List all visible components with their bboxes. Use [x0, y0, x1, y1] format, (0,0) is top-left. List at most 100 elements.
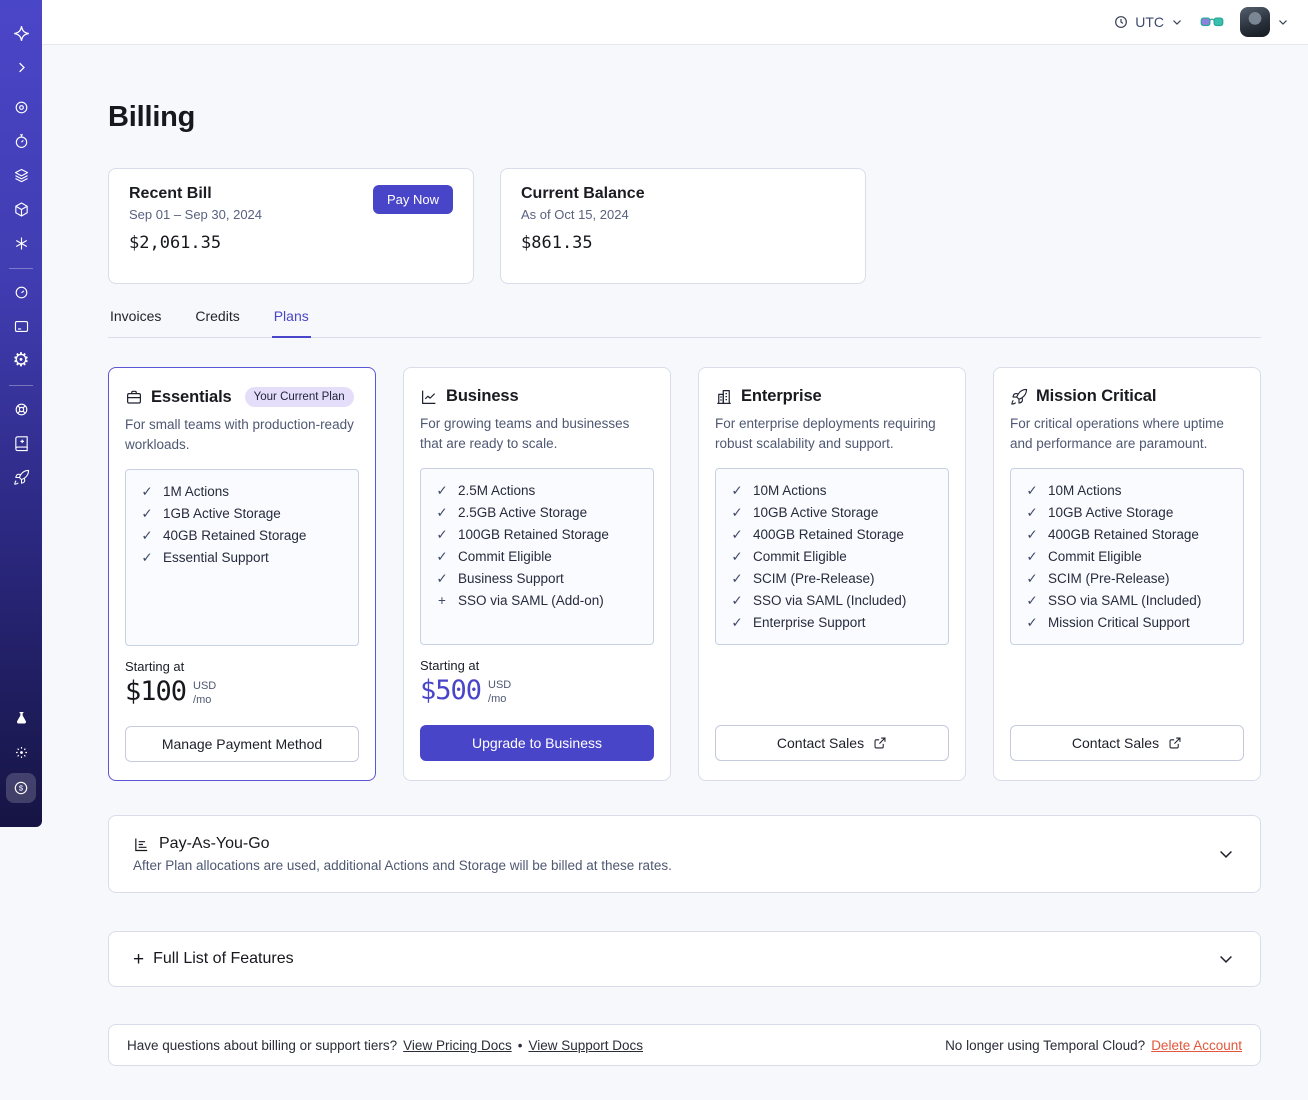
- starting-at-label: Starting at: [125, 659, 185, 674]
- feature-item: ✓ 2.5GB Active Storage: [436, 505, 588, 520]
- check-icon: ✓: [141, 550, 153, 565]
- footnote-right-question: No longer using Temporal Cloud?: [945, 1037, 1146, 1053]
- plan-card-enterprise: Enterprise For enterprise deployments re…: [698, 367, 966, 781]
- svg-text:$: $: [19, 784, 24, 793]
- chevron-down-icon[interactable]: [1216, 844, 1236, 864]
- feature-item: ✓ Mission Critical Support: [1026, 615, 1190, 630]
- getting-started-rocket-icon[interactable]: [8, 464, 34, 490]
- plan-price: $500: [420, 675, 482, 706]
- support-lifebuoy-icon[interactable]: [8, 396, 34, 422]
- temporal-logo-icon[interactable]: [8, 20, 34, 46]
- sidebar-divider: [9, 385, 33, 386]
- check-icon: ✓: [1026, 505, 1038, 520]
- payg-title: Pay-As-You-Go: [159, 835, 270, 852]
- feature-item: ✓ 10M Actions: [731, 483, 827, 498]
- feature-item: ✓ 2.5M Actions: [436, 483, 536, 498]
- chevron-down-icon[interactable]: [1216, 949, 1236, 969]
- plan-name: Essentials: [151, 387, 232, 406]
- labs-glasses-icon[interactable]: [1200, 14, 1224, 30]
- current-balance-title: Current Balance: [521, 185, 645, 202]
- top-bar: UTC: [42, 0, 1308, 45]
- feature-item: ✓ SSO via SAML (Included): [731, 593, 907, 608]
- theme-sun-icon[interactable]: [8, 739, 34, 765]
- external-link-icon: [1169, 737, 1181, 749]
- check-icon: ✓: [731, 527, 743, 542]
- deployments-cube-icon[interactable]: [8, 196, 34, 222]
- labs-flask-icon[interactable]: [8, 705, 34, 731]
- settings-gear-icon[interactable]: ⚙: [8, 347, 34, 373]
- feature-item: ✓ 1GB Active Storage: [141, 506, 281, 521]
- current-balance-card: Current Balance As of Oct 15, 2024 $861.…: [500, 168, 866, 284]
- check-icon: ✓: [141, 484, 153, 499]
- plan-card-business: Business For growing teams and businesse…: [403, 367, 671, 781]
- delete-account-link[interactable]: Delete Account: [1151, 1038, 1242, 1053]
- plan-feature-list: ✓ 2.5M Actions ✓ 2.5GB Active Storage ✓ 100…: [420, 468, 654, 645]
- contact-sales-button[interactable]: Contact Sales: [715, 725, 949, 761]
- feature-item: ✓ SCIM (Pre-Release): [1026, 571, 1170, 586]
- plan-description: For growing teams and businesses that ar…: [420, 416, 630, 451]
- collapse-chevron-right-icon[interactable]: [8, 54, 34, 80]
- feature-item: ✓ 400GB Retained Storage: [1026, 527, 1199, 542]
- plan-card-mission-critical: Mission Critical For critical operations…: [993, 367, 1261, 781]
- pay-now-button[interactable]: Pay Now: [372, 185, 453, 214]
- schedules-timer-icon[interactable]: [8, 128, 34, 154]
- manage-payment-method-button[interactable]: Manage Payment Method: [125, 726, 359, 762]
- check-icon: ✓: [731, 483, 743, 498]
- dot-separator: •: [517, 1037, 523, 1053]
- check-icon: ✓: [731, 593, 743, 608]
- building-icon: [717, 389, 731, 404]
- plan-name: Enterprise: [741, 387, 822, 405]
- feature-item: ✓ 10GB Active Storage: [1026, 505, 1174, 520]
- current-balance-as-of: As of Oct 15, 2024: [521, 207, 629, 222]
- check-icon: ✓: [731, 549, 743, 564]
- docs-book-icon[interactable]: [8, 430, 34, 456]
- check-icon: ✓: [1026, 527, 1038, 542]
- current-balance-amount: $861.35: [521, 233, 593, 253]
- feature-item: ✓ Enterprise Support: [731, 615, 866, 630]
- pay-as-you-go-panel[interactable]: Pay-As-You-Go After Plan allocations are…: [108, 815, 1261, 893]
- starting-at-label: Starting at: [420, 658, 480, 673]
- upgrade-to-business-button[interactable]: Upgrade to Business: [420, 725, 654, 761]
- billing-card-icon[interactable]: [8, 313, 34, 339]
- plan-feature-list: ✓ 1M Actions ✓ 1GB Active Storage ✓ 40GB Re…: [125, 469, 359, 646]
- check-icon: ✓: [731, 615, 743, 630]
- view-pricing-docs-link[interactable]: View Pricing Docs: [403, 1038, 512, 1053]
- layers-icon[interactable]: [8, 162, 34, 188]
- check-icon: ✓: [1026, 571, 1038, 586]
- tab-invoices[interactable]: Invoices: [108, 308, 163, 337]
- current-plan-badge: Your Current Plan: [244, 387, 354, 407]
- plus-icon: +: [133, 948, 145, 970]
- tab-plans[interactable]: Plans: [271, 308, 311, 338]
- feature-item: + SSO via SAML (Add-on): [435, 590, 639, 612]
- feature-item: ✓ 10GB Active Storage: [731, 505, 879, 520]
- tab-credits[interactable]: Credits: [193, 308, 241, 337]
- plan-description: For critical operations where uptime and…: [1010, 416, 1224, 451]
- feature-item: ✓ Essential Support: [141, 550, 269, 565]
- feature-item: ✓ 100GB Retained Storage: [436, 527, 609, 542]
- page-title: Billing: [108, 101, 196, 133]
- account-menu[interactable]: [1240, 7, 1290, 37]
- briefcase-icon: [127, 390, 141, 404]
- usage-gauge-icon[interactable]: [8, 279, 34, 305]
- check-icon: ✓: [436, 505, 448, 520]
- plan-card-essentials: Essentials Your Current Plan For small t…: [108, 367, 376, 781]
- contact-sales-button[interactable]: Contact Sales: [1010, 725, 1244, 761]
- check-icon: ✓: [1026, 593, 1038, 608]
- check-icon: ✓: [141, 506, 153, 521]
- full-features-panel[interactable]: + Full List of Features: [108, 931, 1261, 987]
- plan-feature-list: ✓ 10M Actions ✓ 10GB Active Storage ✓ 400GB…: [715, 468, 949, 645]
- timezone-selector[interactable]: UTC: [1113, 14, 1184, 30]
- billing-dollar-icon[interactable]: $: [6, 773, 36, 803]
- feature-item: ✓ SSO via SAML (Included): [1026, 593, 1202, 608]
- feature-item: ✓ 40GB Retained Storage: [141, 528, 307, 543]
- namespaces-icon[interactable]: [8, 94, 34, 120]
- view-support-docs-link[interactable]: View Support Docs: [528, 1038, 643, 1053]
- sidebar: ⚙ $: [0, 0, 42, 827]
- check-icon: ✓: [731, 571, 743, 586]
- plan-price: $100: [125, 676, 187, 707]
- nexus-asterisk-icon[interactable]: [8, 230, 34, 256]
- check-icon: ✓: [436, 527, 448, 542]
- sidebar-divider: [9, 268, 33, 269]
- price-period: /mo: [488, 693, 507, 706]
- plan-description: For small teams with production-ready wo…: [125, 417, 354, 452]
